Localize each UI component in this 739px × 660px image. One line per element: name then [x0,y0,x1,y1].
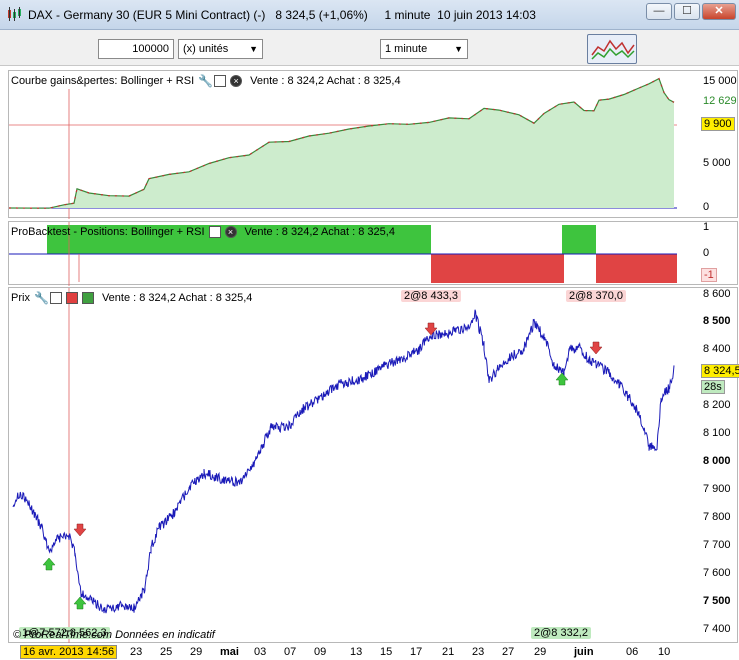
equity-tick-0: 0 [703,201,710,213]
buy-arrow-icon [73,596,87,610]
price-tick: 7 800 [703,511,731,523]
price-tick: 8 400 [703,343,731,355]
chevron-down-icon: ▼ [454,44,463,54]
buy-arrow-icon [555,372,569,386]
units-select-value: (x) unités [183,43,229,55]
price-tick: 8 600 [703,288,731,300]
equity-tick-15000: 15 000 [703,75,737,87]
positions-badge: -1 [701,268,717,282]
equity-panel-header: Courbe gains&pertes: Bollinger + RSI 🔧 ×… [11,73,401,89]
quantity-input[interactable]: 100000 [98,39,174,59]
price-tick: 8 000 [703,455,731,467]
price-tick: 7 500 [703,595,731,607]
maximize-button[interactable]: ☐ [674,3,700,20]
positions-tick-1: 1 [703,221,710,233]
current-price-badge: 8 324,5 [701,364,739,378]
price-tick: 8 200 [703,399,731,411]
time-remaining-badge: 28s [701,380,725,394]
x-label: mai [220,646,239,658]
price-panel-title: Prix [11,292,30,304]
x-label: 23 [130,646,143,658]
price-tick: 7 900 [703,483,731,495]
window-icon[interactable] [214,75,227,87]
positions-tick-0: 0 [703,247,710,259]
buy-arrow-icon [42,557,56,571]
positions-panel: ProBacktest - Positions: Bollinger + RSI… [8,221,738,286]
price-chart [12,288,675,644]
price-tick: 7 400 [703,623,731,635]
wrench-icon[interactable]: 🔧 [33,292,49,304]
title-bar: DAX - Germany 30 (EUR 5 Mini Contract) (… [0,0,739,30]
sell-order-icon[interactable] [65,292,78,304]
app-candlestick-icon [8,7,21,21]
minimize-button[interactable]: — [646,3,672,20]
sell-order-label: 2@8 370,0 [566,290,626,302]
equity-chart [9,77,677,219]
price-tick: 7 700 [703,539,731,551]
timeframe-select[interactable]: 1 minute ▼ [380,39,468,59]
x-label: 06 [626,646,639,658]
toolbar: 100000 (x) unités ▼ 1 minute ▼ ▲ [0,30,739,78]
x-label: 13 [350,646,363,658]
price-tick: 8 500 [703,315,731,327]
x-label: 29 [534,646,547,658]
x-label: 09 [314,646,327,658]
chart-type-button[interactable] [587,34,637,64]
cursor-date-box: 16 avr. 2013 14:56 [20,645,118,659]
sell-arrow-icon [73,523,87,537]
sell-arrow-icon [424,322,438,336]
window-title: DAX - Germany 30 (EUR 5 Mini Contract) (… [28,8,536,22]
wrench-icon[interactable]: 🔧 [198,75,213,87]
x-label: 03 [254,646,267,658]
sell-arrow-icon [589,341,603,355]
price-quote: Vente : 8 324,2 Achat : 8 325,4 [101,292,253,304]
equity-curve-panel: Courbe gains&pertes: Bollinger + RSI 🔧 ×… [8,70,738,219]
price-panel: Prix 🔧 Vente : 8 324,2 Achat : 8 325,4 2… [8,287,739,644]
time-axis: 23 25 29 mai 03 07 09 13 15 17 21 23 27 … [8,643,739,660]
chevron-down-icon: ▼ [249,44,258,54]
x-label: 10 [658,646,671,658]
x-label: 15 [380,646,393,658]
equity-level-badge: 9 900 [701,117,735,131]
units-select[interactable]: (x) unités ▼ [178,39,263,59]
positions-panel-header: ProBacktest - Positions: Bollinger + RSI… [11,224,395,240]
equity-panel-title: Courbe gains&pertes: Bollinger + RSI [11,75,195,87]
x-label: 17 [410,646,423,658]
close-panel-icon[interactable]: × [230,75,243,87]
x-label: 25 [160,646,173,658]
equity-current-badge: 12 629 [703,95,737,107]
chart-style-icon [591,39,635,60]
price-tick: 7 600 [703,567,731,579]
buy-order-label: 2@8 332,2 [531,627,591,639]
x-label: 29 [190,646,203,658]
x-label: juin [574,646,594,658]
x-label: 07 [284,646,297,658]
buy-order-icon[interactable] [81,292,94,304]
window-icon[interactable] [49,292,62,304]
x-label: 23 [472,646,485,658]
timeframe-select-value: 1 minute [385,43,428,55]
price-tick: 8 100 [703,427,731,439]
close-panel-icon[interactable]: × [224,226,237,238]
positions-panel-title: ProBacktest - Positions: Bollinger + RSI [11,226,205,238]
close-button[interactable]: ✕ [702,3,736,20]
price-panel-header: Prix 🔧 Vente : 8 324,2 Achat : 8 325,4 [11,290,252,306]
x-label: 27 [502,646,515,658]
equity-quote: Vente : 8 324,2 Achat : 8 325,4 [250,75,401,87]
window-icon[interactable] [208,226,221,238]
positions-quote: Vente : 8 324,2 Achat : 8 325,4 [244,226,395,238]
equity-tick-5000: 5 000 [703,157,731,169]
copyright-text: © ProRealTime.com Données en indicatif [13,629,215,641]
sell-order-label: 2@8 433,3 [401,290,461,302]
x-label: 21 [442,646,455,658]
